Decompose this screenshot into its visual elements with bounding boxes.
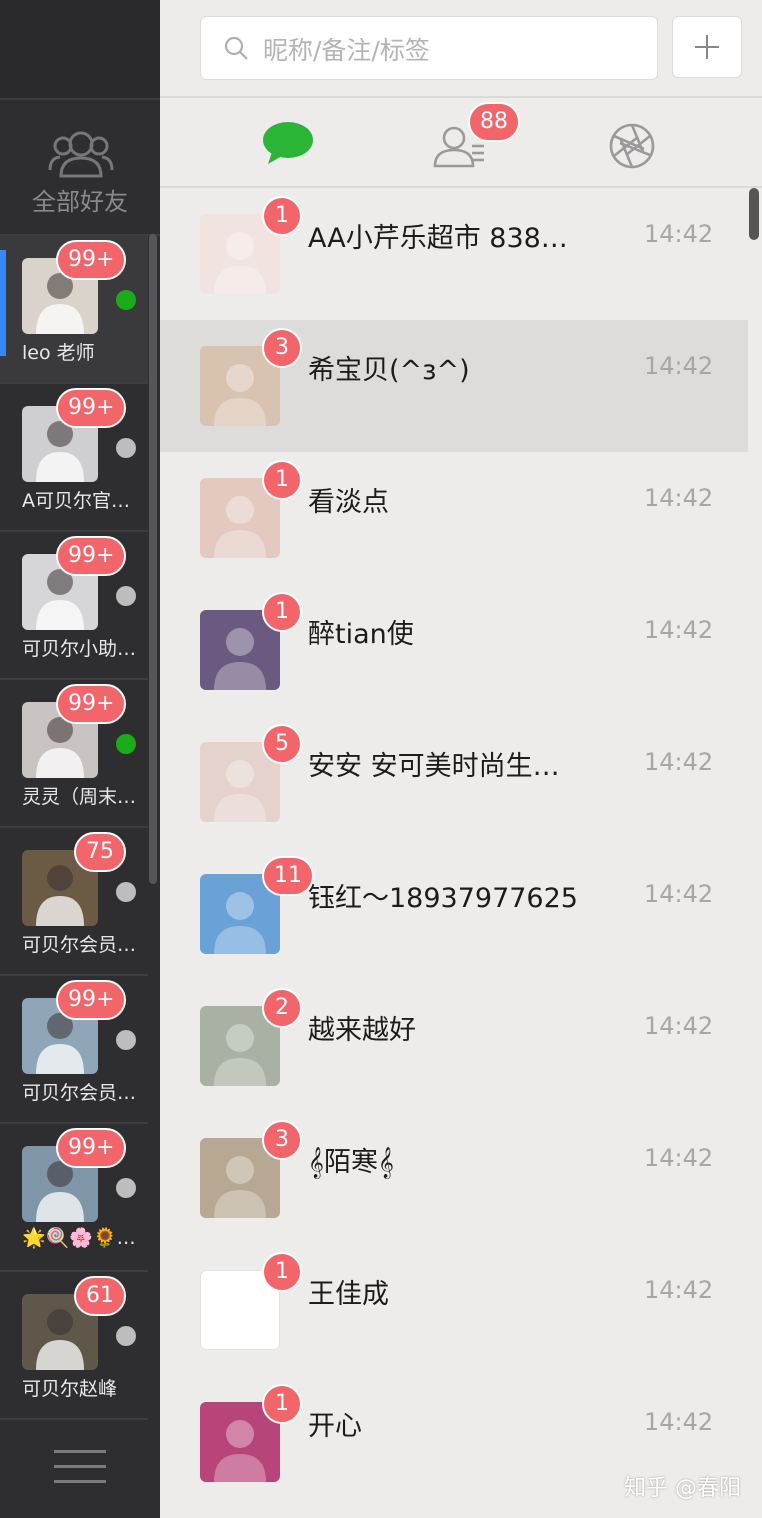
account-name: 灵灵（周末… <box>22 786 137 808</box>
chat-bubble-icon <box>263 122 313 164</box>
chat-row[interactable]: 1 醉tian使 14:42 <box>160 584 748 716</box>
unread-badge: 99+ <box>56 536 127 576</box>
chat-time: 14:42 <box>644 880 714 908</box>
chat-row[interactable]: 2 越来越好 14:42 <box>160 980 748 1112</box>
chat-time: 14:42 <box>644 1012 714 1040</box>
unread-badge: 2 <box>262 988 302 1028</box>
account-item[interactable]: 99+ 灵灵（周末… <box>0 680 148 828</box>
unread-badge: 75 <box>74 832 126 872</box>
chat-row[interactable]: 1 王佳成 14:42 <box>160 1244 748 1376</box>
hamburger-line <box>54 1465 106 1468</box>
offline-status-dot <box>116 1178 136 1198</box>
chat-name: 开心 <box>308 1411 362 1442</box>
tab-moments[interactable] <box>606 98 726 186</box>
chat-row[interactable]: 3 𝄞陌寒𝄞 14:42 <box>160 1112 748 1244</box>
chat-name: AA小芹乐超市 838… <box>308 223 568 254</box>
sidebar-header <box>0 0 160 100</box>
sidebar: 全部好友 99+ leo 老师 99+ A可贝尔官… 99+ 可贝尔小助… 99+ 灵灵… <box>0 0 160 1518</box>
unread-badge: 61 <box>74 1276 126 1316</box>
chat-list-scrollbar[interactable] <box>748 188 762 1518</box>
unread-badge: 1 <box>262 1252 302 1292</box>
scrollbar-thumb[interactable] <box>749 188 759 240</box>
tab-contacts[interactable]: 88 <box>424 98 544 186</box>
chat-time: 14:42 <box>644 1408 714 1436</box>
chat-name: 醉tian使 <box>308 619 414 650</box>
chat-name: 钰红～18937977625 <box>308 883 578 914</box>
account-item[interactable]: 99+ 可贝尔小助… <box>0 532 148 680</box>
unread-badge: 99+ <box>56 1128 127 1168</box>
chat-row[interactable]: 1 AA小芹乐超市 838… 14:42 <box>160 188 748 320</box>
unread-badge: 99+ <box>56 684 127 724</box>
chat-time: 14:42 <box>644 1276 714 1304</box>
account-name: 可贝尔会员… <box>22 1082 137 1104</box>
unread-badge: 99+ <box>56 980 127 1020</box>
unread-badge: 1 <box>262 1384 302 1424</box>
unread-badge: 1 <box>262 196 302 236</box>
menu-button[interactable] <box>54 1450 106 1490</box>
offline-status-dot <box>116 1030 136 1050</box>
account-name: 🌟🍭🌸🌻… <box>22 1227 136 1249</box>
chat-name: 希宝贝(^з^) <box>308 355 470 386</box>
chat-time: 14:42 <box>644 748 714 776</box>
account-item[interactable]: 61 可贝尔赵峰 <box>0 1272 148 1420</box>
plus-icon-vertical <box>706 35 708 59</box>
account-item[interactable]: 99+ 可贝尔会员… <box>0 976 148 1124</box>
account-item[interactable]: 99+ A可贝尔官… <box>0 384 148 532</box>
active-indicator <box>0 250 6 356</box>
search-icon <box>224 36 248 60</box>
unread-badge: 99+ <box>56 388 127 428</box>
offline-status-dot <box>116 438 136 458</box>
chat-time: 14:42 <box>644 484 714 512</box>
chat-name: 𝄞陌寒𝄞 <box>308 1147 394 1178</box>
chat-time: 14:42 <box>644 1144 714 1172</box>
all-friends-button[interactable]: 全部好友 <box>0 100 160 236</box>
chat-row[interactable]: 1 看淡点 14:42 <box>160 452 748 584</box>
online-status-dot <box>116 734 136 754</box>
account-item[interactable]: 99+ 🌟🍭🌸🌻… <box>0 1124 148 1272</box>
chat-time: 14:42 <box>644 352 714 380</box>
contacts-badge: 88 <box>468 102 520 142</box>
chat-time: 14:42 <box>644 616 714 644</box>
unread-badge: 3 <box>262 328 302 368</box>
search-placeholder: 昵称/备注/标签 <box>263 36 430 65</box>
offline-status-dot <box>116 882 136 902</box>
unread-badge: 99+ <box>56 240 127 280</box>
account-name: A可贝尔官… <box>22 490 130 512</box>
watermark: 知乎 @春阳 <box>624 1476 741 1501</box>
unread-badge: 1 <box>262 592 302 632</box>
account-name: 可贝尔小助… <box>22 638 137 660</box>
aperture-icon <box>609 123 655 169</box>
hamburger-icon <box>54 1450 106 1453</box>
chat-name: 安安 安可美时尚生… <box>308 751 560 782</box>
offline-status-dot <box>116 586 136 606</box>
sidebar-scrollbar[interactable] <box>149 234 157 884</box>
search-input[interactable]: 昵称/备注/标签 <box>200 16 658 80</box>
chat-name: 越来越好 <box>308 1015 416 1046</box>
chat-row[interactable]: 11 钰红～18937977625 14:42 <box>160 848 748 980</box>
unread-badge: 3 <box>262 1120 302 1160</box>
chat-name: 看淡点 <box>308 487 389 518</box>
unread-badge: 11 <box>262 856 314 896</box>
contacts-group-icon <box>48 131 114 178</box>
add-button[interactable] <box>672 16 742 78</box>
account-name: 可贝尔赵峰 <box>22 1378 118 1400</box>
account-item[interactable]: 99+ leo 老师 <box>0 236 148 384</box>
hamburger-line <box>54 1480 106 1483</box>
chat-list: 1 AA小芹乐超市 838… 14:42 3 希宝贝(^з^) 14:42 1 … <box>160 188 748 1518</box>
account-name: 可贝尔会员… <box>22 934 137 956</box>
account-name: leo 老师 <box>22 342 95 364</box>
chat-row[interactable]: 5 安安 安可美时尚生… 14:42 <box>160 716 748 848</box>
unread-badge: 5 <box>262 724 302 764</box>
chat-time: 14:42 <box>644 220 714 248</box>
unread-badge: 1 <box>262 460 302 500</box>
chat-row[interactable]: 3 希宝贝(^з^) 14:42 <box>160 320 748 452</box>
offline-status-dot <box>116 1326 136 1346</box>
tab-bar: 88 <box>160 98 762 188</box>
online-status-dot <box>116 290 136 310</box>
chat-name: 王佳成 <box>308 1279 389 1310</box>
tab-chats[interactable] <box>252 98 372 186</box>
all-friends-label: 全部好友 <box>32 188 128 216</box>
account-item[interactable]: 75 可贝尔会员… <box>0 828 148 976</box>
